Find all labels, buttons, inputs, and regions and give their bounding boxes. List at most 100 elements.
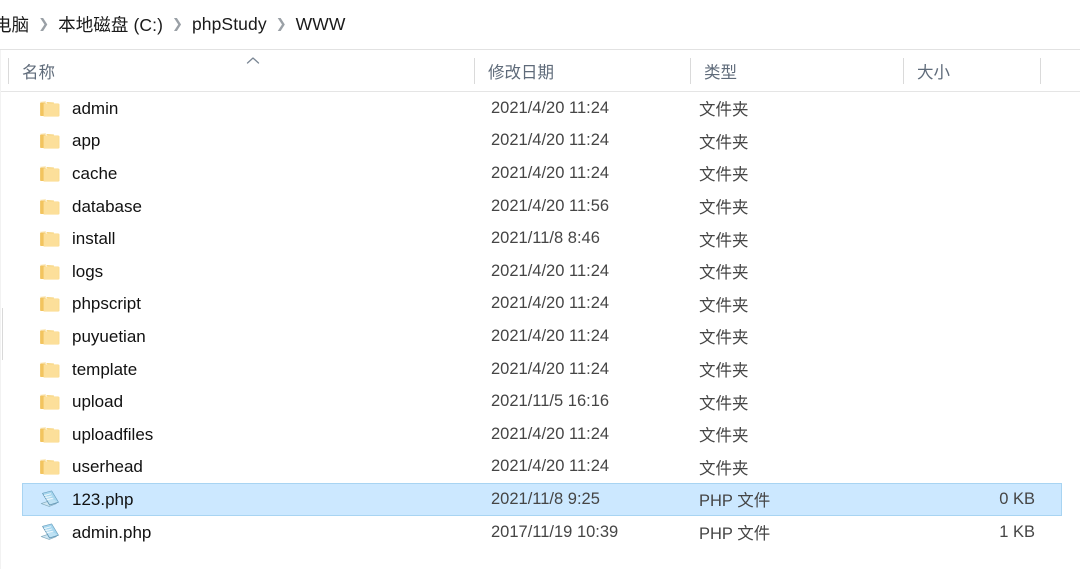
- file-size-cell: 0 KB: [999, 489, 1035, 508]
- folder-icon: [37, 391, 61, 413]
- file-type-cell: 文件夹: [699, 427, 749, 446]
- column-header-name[interactable]: 名称: [8, 50, 474, 92]
- file-name-cell[interactable]: admin: [23, 97, 463, 119]
- file-type-cell: 文件夹: [699, 166, 749, 185]
- folder-icon: [37, 325, 61, 347]
- folder-icon: [37, 293, 61, 315]
- file-type-cell: 文件夹: [699, 296, 749, 315]
- file-date-cell: 2021/4/20 11:24: [491, 163, 610, 182]
- file-name-label: logs: [72, 261, 104, 281]
- file-type-cell: 文件夹: [699, 459, 749, 478]
- column-header-label: 名称: [22, 64, 55, 82]
- file-date-cell: 2021/4/20 11:24: [491, 98, 610, 117]
- breadcrumb-item-3[interactable]: WWW: [296, 14, 346, 35]
- file-date-cell: 2021/4/20 11:56: [491, 196, 610, 215]
- file-row[interactable]: logs 2021/4/20 11:24 文件夹: [22, 255, 1062, 288]
- file-name-cell[interactable]: install: [23, 228, 463, 250]
- folder-icon: [37, 423, 61, 445]
- folder-icon: [37, 162, 61, 184]
- file-row[interactable]: database 2021/4/20 11:56 文件夹: [22, 190, 1062, 223]
- file-type-cell: 文件夹: [699, 231, 749, 250]
- file-name-cell[interactable]: cache: [23, 162, 463, 184]
- file-row[interactable]: uploadfiles 2021/4/20 11:24 文件夹: [22, 418, 1062, 451]
- folder-icon: [37, 228, 61, 250]
- file-name-cell[interactable]: upload: [23, 391, 463, 413]
- file-date-cell: 2021/4/20 11:24: [491, 457, 610, 476]
- file-row[interactable]: install 2021/11/8 8:46 文件夹: [22, 222, 1062, 255]
- folder-icon: [37, 456, 61, 478]
- column-header-size[interactable]: 大小: [903, 50, 1040, 92]
- breadcrumb-separator-icon: ❯: [275, 16, 287, 31]
- file-date-cell: 2021/11/5 16:16: [491, 392, 610, 411]
- file-name-label: template: [72, 359, 138, 379]
- file-date-cell: 2017/11/19 10:39: [491, 522, 619, 541]
- file-type-cell: 文件夹: [699, 133, 749, 152]
- breadcrumb-item-2[interactable]: phpStudy: [192, 14, 267, 35]
- file-explorer-window: 电脑 ❯ 本地磁盘 (C:) ❯ phpStudy ❯ WWW 名称 修改日期 类型 大小 adm…: [0, 0, 1080, 569]
- file-type-cell: 文件夹: [699, 264, 749, 283]
- file-name-label: upload: [72, 392, 124, 412]
- folder-icon: [37, 260, 61, 282]
- file-date-cell: 2021/4/20 11:24: [491, 294, 610, 313]
- column-header-date[interactable]: 修改日期: [474, 50, 690, 92]
- file-name-cell[interactable]: puyuetian: [23, 325, 463, 347]
- file-row[interactable]: puyuetian 2021/4/20 11:24 文件夹: [22, 320, 1062, 353]
- file-row[interactable]: userhead 2021/4/20 11:24 文件夹: [22, 451, 1062, 484]
- file-name-label: database: [72, 196, 142, 216]
- column-header-row: 名称 修改日期 类型 大小: [0, 50, 1080, 92]
- column-header-label: 类型: [704, 64, 737, 82]
- file-type-cell: PHP 文件: [699, 525, 771, 544]
- file-row[interactable]: 123.php 2021/11/8 9:25 PHP 文件 0 KB: [22, 483, 1062, 516]
- sort-ascending-caret-icon: [246, 56, 260, 65]
- file-name-label: admin: [72, 98, 119, 118]
- php-file-icon: [37, 521, 61, 543]
- column-divider-end[interactable]: [1040, 58, 1041, 84]
- file-name-cell[interactable]: 123.php: [23, 488, 463, 510]
- file-size-cell: 1 KB: [999, 522, 1035, 541]
- breadcrumb-separator-icon: ❯: [172, 16, 183, 31]
- file-name-cell[interactable]: database: [23, 195, 463, 217]
- file-type-cell: 文件夹: [699, 394, 749, 413]
- file-row[interactable]: phpscript 2021/4/20 11:24 文件夹: [22, 288, 1062, 321]
- column-header-label: 修改日期: [488, 64, 554, 82]
- file-name-cell[interactable]: admin.php: [23, 521, 463, 543]
- breadcrumb-item-1[interactable]: 本地磁盘 (C:): [58, 12, 163, 37]
- file-date-cell: 2021/4/20 11:24: [491, 424, 610, 443]
- file-name-label: admin.php: [72, 522, 152, 542]
- file-date-cell: 2021/4/20 11:24: [491, 131, 610, 150]
- file-row[interactable]: app 2021/4/20 11:24 文件夹: [22, 125, 1062, 158]
- file-name-cell[interactable]: userhead: [23, 456, 463, 478]
- file-type-cell: PHP 文件: [699, 492, 771, 511]
- file-date-cell: 2021/4/20 11:24: [491, 261, 610, 280]
- file-name-cell[interactable]: phpscript: [23, 293, 463, 315]
- file-name-label: userhead: [72, 457, 143, 477]
- file-row[interactable]: template 2021/4/20 11:24 文件夹: [22, 353, 1062, 386]
- file-name-label: install: [72, 229, 116, 249]
- file-list: admin 2021/4/20 11:24 文件夹 app 2021/4/20 11:2…: [0, 92, 1080, 569]
- file-date-cell: 2021/11/8 8:46: [491, 229, 600, 248]
- file-row[interactable]: admin 2021/4/20 11:24 文件夹: [22, 92, 1062, 125]
- file-row[interactable]: admin.php 2017/11/19 10:39 PHP 文件 1 KB: [22, 516, 1062, 549]
- file-name-label: app: [72, 131, 101, 151]
- breadcrumb-item-0[interactable]: 电脑: [0, 12, 29, 37]
- folder-icon: [37, 358, 61, 380]
- file-row[interactable]: cache 2021/4/20 11:24 文件夹: [22, 157, 1062, 190]
- breadcrumb-separator-icon: ❯: [38, 16, 50, 31]
- file-name-label: phpscript: [72, 294, 141, 314]
- file-type-cell: 文件夹: [699, 199, 749, 218]
- file-name-cell[interactable]: app: [23, 130, 463, 152]
- php-file-icon: [37, 488, 61, 510]
- file-name-cell[interactable]: logs: [23, 260, 463, 282]
- file-name-cell[interactable]: template: [23, 358, 463, 380]
- file-row[interactable]: upload 2021/11/5 16:16 文件夹: [22, 385, 1062, 418]
- column-header-type[interactable]: 类型: [690, 50, 903, 92]
- folder-icon: [37, 97, 61, 119]
- file-name-label: uploadfiles: [72, 424, 154, 444]
- file-name-label: 123.php: [72, 489, 134, 509]
- file-name-cell[interactable]: uploadfiles: [23, 423, 463, 445]
- breadcrumb[interactable]: 电脑 ❯ 本地磁盘 (C:) ❯ phpStudy ❯ WWW: [0, 0, 1080, 50]
- file-type-cell: 文件夹: [699, 329, 749, 348]
- column-header-label: 大小: [917, 64, 950, 82]
- folder-icon: [37, 130, 61, 152]
- file-date-cell: 2021/4/20 11:24: [491, 326, 610, 345]
